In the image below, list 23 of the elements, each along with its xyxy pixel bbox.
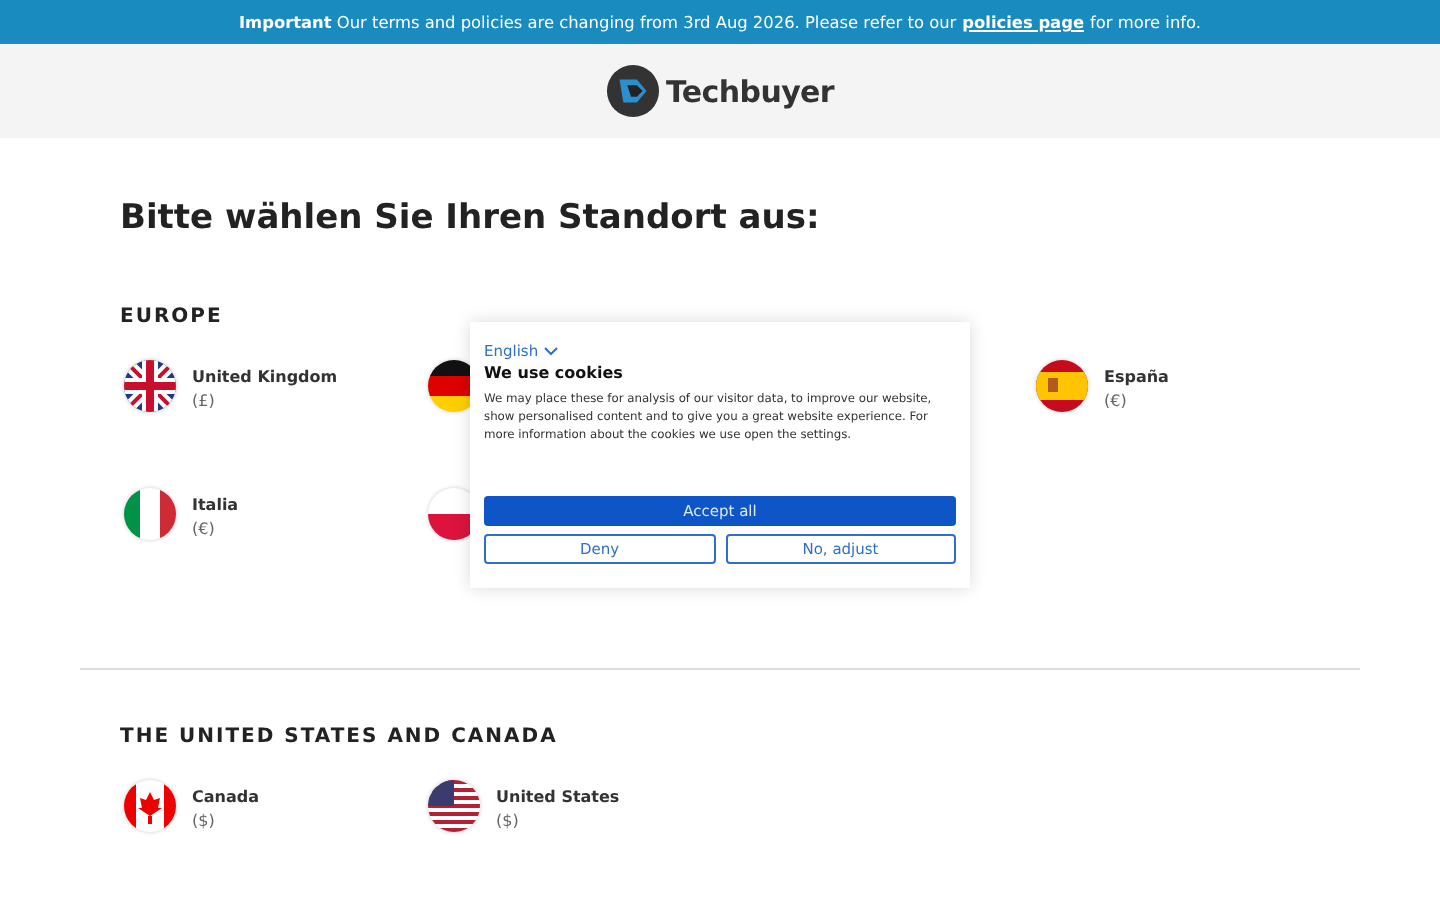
country-link[interactable]: Canada bbox=[192, 788, 259, 806]
policies-link[interactable]: policies page bbox=[962, 12, 1084, 32]
logo-icon bbox=[605, 64, 660, 118]
striped-flag-icon[interactable] bbox=[1032, 356, 1092, 416]
region-heading: EUROPE bbox=[120, 306, 225, 328]
country-link[interactable]: United States bbox=[496, 788, 620, 806]
stars-stripes-flag-icon[interactable] bbox=[424, 776, 484, 836]
notice-text: for more info. bbox=[1090, 12, 1201, 32]
region-heading: THE UNITED STATES AND CANADA bbox=[120, 726, 560, 748]
currency-text: (£) bbox=[192, 392, 217, 410]
chevron-icon bbox=[544, 346, 559, 356]
currency-text: (€) bbox=[192, 520, 217, 538]
country-link[interactable]: United Kingdom bbox=[192, 368, 338, 386]
currency-text: ($) bbox=[192, 812, 217, 830]
notice-text: Important Our terms and policies are changing from 3rd Aug 2026. Please refer to our bbox=[239, 12, 957, 32]
page-title: Bitte wählen Sie Ihren Standort aus: bbox=[120, 198, 822, 238]
dialog-title: We use cookies bbox=[484, 364, 625, 382]
logo-text: Techbuyer bbox=[665, 73, 835, 109]
union-jack-flag-icon[interactable] bbox=[120, 356, 180, 416]
currency-text: ($) bbox=[496, 812, 521, 830]
country-link[interactable]: España bbox=[1104, 368, 1169, 386]
country-link[interactable]: Italia bbox=[192, 496, 239, 514]
currency-text: (€) bbox=[1104, 392, 1129, 410]
